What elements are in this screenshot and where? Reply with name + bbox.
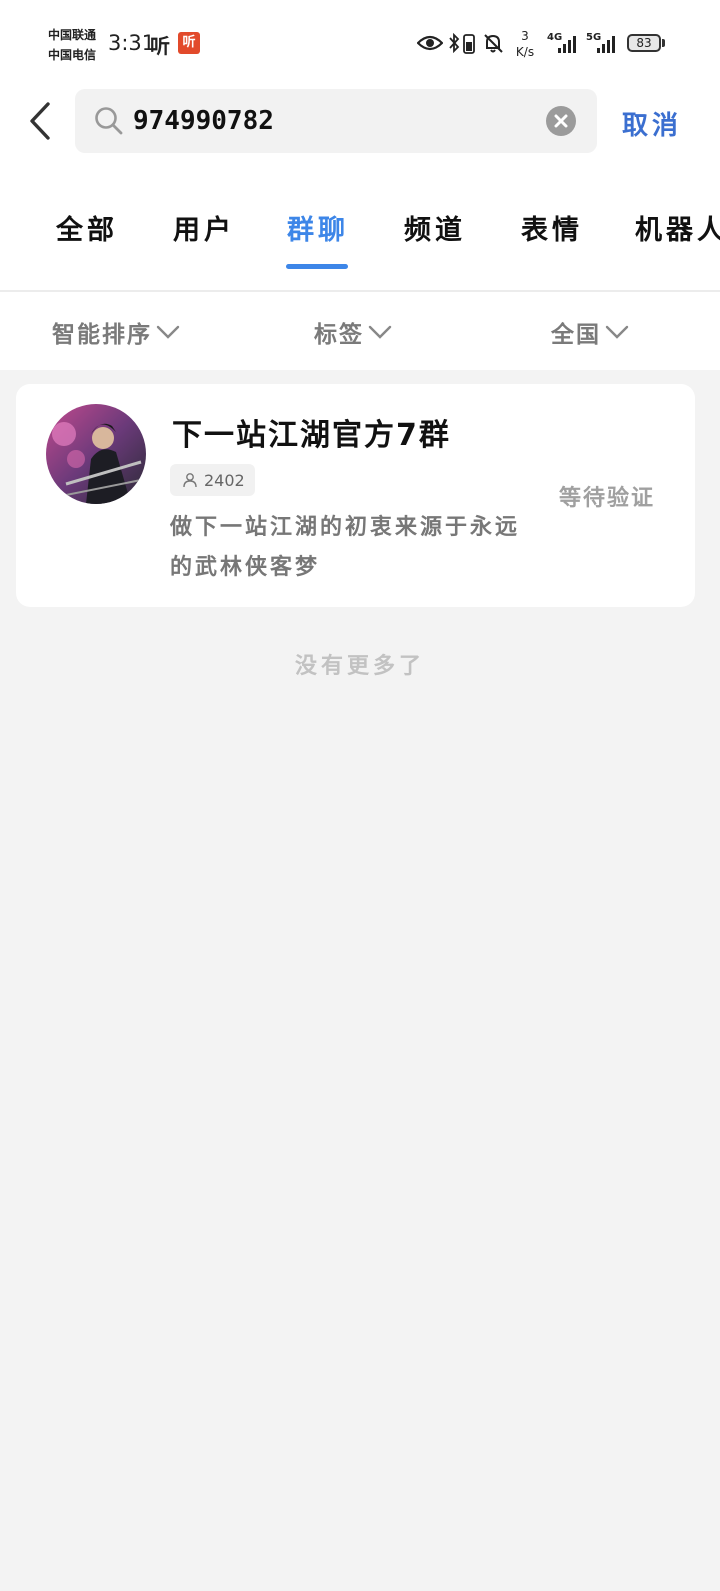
network-speed: 3 K/s	[512, 28, 538, 60]
battery-tip	[662, 39, 665, 47]
member-count: 2402	[204, 470, 245, 490]
group-avatar-image	[46, 404, 146, 504]
vibrate-battery-icon	[463, 34, 475, 54]
tab-users[interactable]: 用户	[173, 208, 235, 247]
group-name: 下一站江湖官方7群	[172, 418, 451, 453]
tabs-divider	[0, 290, 720, 292]
chevron-left-icon	[30, 102, 50, 140]
region-filter[interactable]: 全国	[551, 312, 629, 352]
group-avatar	[46, 404, 146, 504]
tab-channels[interactable]: 频道	[404, 208, 466, 247]
join-status: 等待验证	[559, 486, 656, 511]
search-bar[interactable]	[75, 89, 597, 153]
clear-search-button[interactable]	[546, 106, 576, 136]
back-button[interactable]	[26, 100, 58, 142]
cancel-button[interactable]: 取消	[614, 106, 690, 146]
eye-icon	[417, 35, 443, 51]
listen-app-icon: 听	[178, 32, 200, 54]
carrier-info: 中国联通 中国电信	[48, 25, 96, 65]
chevron-down-icon	[156, 325, 180, 339]
tab-all[interactable]: 全部	[56, 208, 118, 247]
bluetooth-icon	[449, 33, 460, 53]
network-speed-value: 3	[521, 29, 529, 43]
chevron-down-icon	[605, 325, 629, 339]
battery-indicator: 83	[627, 34, 661, 52]
signal-icon-1	[558, 36, 576, 53]
carrier-2: 中国电信	[48, 48, 97, 62]
signal-icon-2	[597, 36, 615, 53]
mute-bell-icon	[484, 34, 503, 53]
sort-filter-label: 智能排序	[52, 322, 152, 348]
tab-group-chats[interactable]: 群聊	[287, 208, 349, 247]
group-description: 做下一站江湖的初衷来源于永远的武林侠客梦	[170, 515, 521, 580]
category-tabs: 全部 用户 群聊 频道 表情 机器人	[0, 200, 720, 280]
region-filter-label: 全国	[551, 322, 601, 348]
chevron-down-icon	[368, 325, 392, 339]
listen-app-text: 听	[150, 34, 170, 58]
tab-stickers[interactable]: 表情	[521, 208, 583, 247]
tab-bots[interactable]: 机器人	[635, 208, 720, 247]
network-speed-unit: K/s	[515, 45, 535, 59]
tag-filter[interactable]: 标签	[314, 312, 392, 352]
close-icon	[554, 114, 568, 128]
search-input[interactable]	[133, 89, 533, 153]
carrier-1: 中国联通	[48, 28, 97, 42]
clock: 3:31	[108, 31, 156, 55]
tag-filter-label: 标签	[314, 322, 364, 348]
search-icon	[95, 107, 123, 135]
status-bar: 中国联通 中国电信 3:31 听 听 3 K/s 4G 5G 83	[0, 0, 720, 88]
sort-filter[interactable]: 智能排序	[52, 312, 180, 352]
active-tab-indicator	[286, 264, 348, 269]
no-more-results: 没有更多了	[294, 654, 425, 679]
person-icon	[183, 473, 197, 488]
group-result-card[interactable]: 下一站江湖官方7群 2402 做下一站江湖的初衷来源于永远的武林侠客梦 等待验证	[16, 384, 695, 607]
member-count-badge: 2402	[170, 464, 255, 496]
